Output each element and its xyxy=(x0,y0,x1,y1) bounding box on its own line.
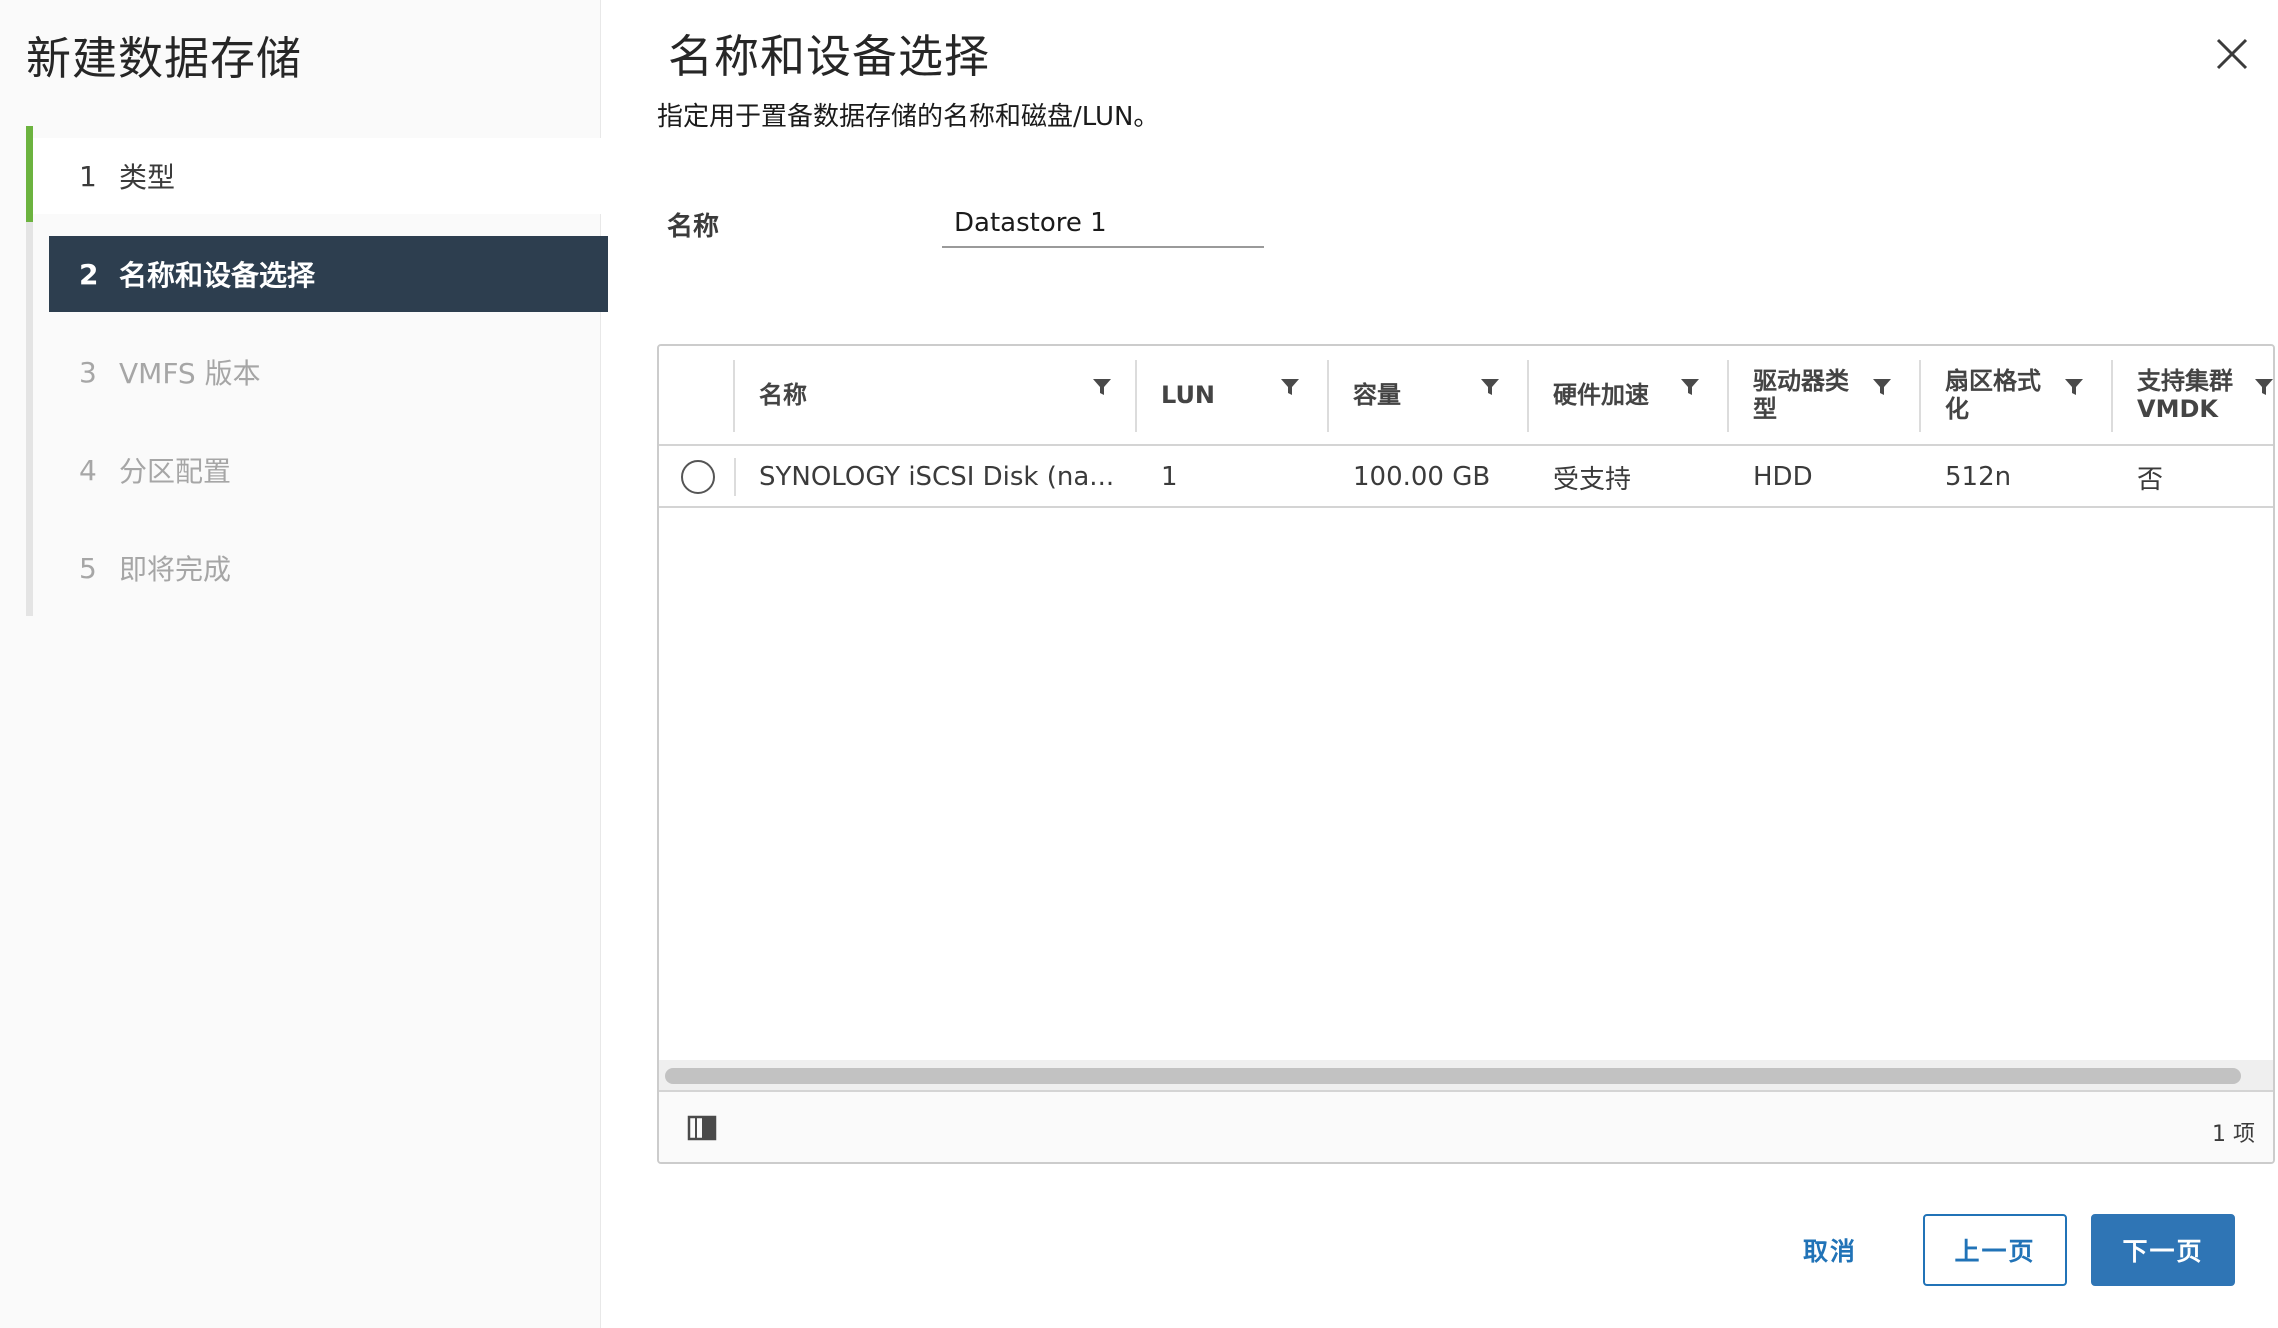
step-number: 5 xyxy=(79,551,97,585)
filter-icon[interactable] xyxy=(1279,376,1301,398)
filter-icon[interactable] xyxy=(2063,376,2085,398)
step-name-and-device[interactable]: 2 名称和设备选择 xyxy=(49,236,608,312)
page-subtitle: 指定用于置备数据存储的名称和磁盘/LUN。 xyxy=(657,102,1160,132)
horizontal-scrollbar[interactable] xyxy=(659,1060,2273,1090)
filter-icon[interactable] xyxy=(1091,376,1113,398)
scrollbar-thumb[interactable] xyxy=(665,1068,2241,1084)
step-progress-indicator xyxy=(26,126,33,222)
step-number: 3 xyxy=(79,355,97,389)
datagrid-header: 名称 LUN 容量 硬件加速 驱动器类型 扇区格式化 支持集群 VMDK xyxy=(659,346,2275,446)
wizard-title: 新建数据存储 xyxy=(26,32,303,85)
cell-drive-type: HDD xyxy=(1753,462,1813,492)
step-label: 分区配置 xyxy=(119,455,232,488)
cell-lun: 1 xyxy=(1161,462,1178,492)
column-header-label: LUN xyxy=(1161,381,1216,410)
cell-capacity: 100.00 GB xyxy=(1353,462,1491,492)
item-count: 1 项 xyxy=(2212,1122,2255,1147)
step-vmfs-version: 3 VMFS 版本 xyxy=(49,334,608,410)
column-header-label: 驱动器类型 xyxy=(1753,367,1849,423)
column-header-label: 容量 xyxy=(1353,381,1401,410)
page-title: 名称和设备选择 xyxy=(668,30,991,83)
cell-sector-format: 512n xyxy=(1945,462,2012,492)
close-button[interactable] xyxy=(2210,32,2254,76)
step-number: 4 xyxy=(79,453,97,487)
wizard-steps: 1 类型 2 名称和设备选择 3 VMFS 版本 4 分区配置 5 即将完成 xyxy=(26,126,608,616)
next-button[interactable]: 下一页 xyxy=(2091,1214,2235,1286)
step-label: 即将完成 xyxy=(119,553,232,586)
cancel-button[interactable]: 取消 xyxy=(1770,1214,1890,1286)
back-button[interactable]: 上一页 xyxy=(1923,1214,2067,1286)
cell-cluster-vmdk: 否 xyxy=(2137,464,2164,495)
column-header-label: 硬件加速 xyxy=(1553,381,1649,410)
step-ready-to-complete: 5 即将完成 xyxy=(49,530,608,606)
close-icon xyxy=(2216,38,2248,70)
device-datagrid: 名称 LUN 容量 硬件加速 驱动器类型 扇区格式化 支持集群 VMDK SYN… xyxy=(657,344,2275,1164)
step-number: 1 xyxy=(79,159,97,193)
step-label: VMFS 版本 xyxy=(119,357,261,390)
row-select-radio[interactable] xyxy=(681,460,715,494)
wizard-sidebar: 新建数据存储 1 类型 2 名称和设备选择 3 VMFS 版本 4 分区配置 5… xyxy=(0,0,608,1328)
filter-icon[interactable] xyxy=(1679,376,1701,398)
datagrid-footer: 1 项 xyxy=(659,1090,2273,1162)
step-partition-config: 4 分区配置 xyxy=(49,432,608,508)
column-header-label: 扇区格式化 xyxy=(1945,367,2041,423)
table-row[interactable]: SYNOLOGY iSCSI Disk (na... 1 100.00 GB 受… xyxy=(659,446,2273,508)
step-number: 2 xyxy=(79,257,99,291)
filter-icon[interactable] xyxy=(1871,376,1893,398)
cell-name: SYNOLOGY iSCSI Disk (na... xyxy=(759,462,1115,492)
column-header-name[interactable]: 名称 xyxy=(735,346,1057,446)
column-header-cluster-vmdk[interactable]: 支持集群 VMDK xyxy=(2113,346,2263,446)
column-header-label: 支持集群 VMDK xyxy=(2137,367,2233,423)
step-label: 类型 xyxy=(119,161,176,194)
cell-hw-acceleration: 受支持 xyxy=(1553,464,1632,495)
column-header-label: 名称 xyxy=(759,381,807,410)
filter-icon[interactable] xyxy=(2253,376,2275,398)
filter-icon[interactable] xyxy=(1479,376,1501,398)
step-label: 名称和设备选择 xyxy=(119,259,316,292)
step-type[interactable]: 1 类型 xyxy=(33,138,608,214)
column-toggle-icon[interactable] xyxy=(687,1114,717,1142)
name-label: 名称 xyxy=(667,212,720,242)
datastore-name-input[interactable] xyxy=(942,200,1264,248)
